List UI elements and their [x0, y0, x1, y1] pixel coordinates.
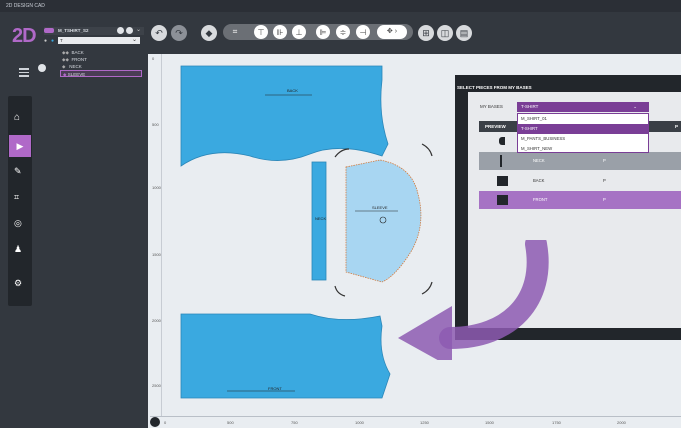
tree-pin-icon [44, 28, 54, 33]
tree-add-piece-icon[interactable] [38, 64, 46, 72]
neck-piece[interactable] [311, 161, 327, 281]
align-grid-icon[interactable]: ⌗ [228, 25, 242, 39]
ruler-h-label: 0 [164, 420, 167, 425]
drag-arrow-icon [398, 240, 549, 360]
piece-preview-icon [497, 176, 508, 186]
table-row[interactable]: NECK P [479, 152, 681, 170]
align-top-icon[interactable]: ⊤ [254, 25, 268, 39]
my-bases-label: MY BASES [480, 104, 503, 109]
tree-child-label: T [60, 38, 63, 43]
tree-item[interactable]: ◆◆ BACK [62, 49, 84, 56]
table-icon[interactable]: ⊞ [418, 25, 434, 41]
row-name: FRONT [533, 197, 548, 202]
table-row[interactable]: BACK P [479, 172, 681, 190]
tree-item[interactable]: ◆ NECK [62, 63, 82, 70]
chevron-down-icon[interactable]: ⌄ [136, 26, 141, 33]
tree-add-icon[interactable] [117, 27, 124, 34]
select-tool-icon[interactable]: ▶ [9, 135, 31, 157]
row-name: BACK [533, 178, 545, 183]
tree-root-row[interactable]: M_TSHIRT_S2 ⌄ [44, 27, 144, 35]
row-qty: P [603, 158, 606, 163]
piece-label-front: FRONT [268, 386, 282, 391]
col-qty: P [675, 124, 679, 129]
drop-icon: ● [51, 38, 55, 44]
home-icon[interactable]: ⌂ [14, 112, 20, 123]
chevron-down-icon: ⌄ [633, 104, 637, 109]
pen-tool-icon[interactable]: ✎ [14, 166, 22, 177]
table-row-selected[interactable]: FRONT P [479, 191, 681, 209]
dropdown-option[interactable]: M_SHIRT_01 [518, 114, 648, 124]
zoom-origin-icon[interactable] [150, 417, 160, 427]
chevron-down-icon[interactable]: ⌄ [132, 36, 137, 43]
window-title-bar: 2D DESIGN CAD [0, 0, 681, 12]
grade-tool-icon[interactable]: ♟ [14, 244, 22, 255]
align-center-icon[interactable]: ⊪ [273, 25, 287, 39]
piece-label-sleeve: SLEEVE [372, 205, 388, 210]
spiral-tool-icon[interactable]: ◎ [14, 218, 22, 229]
app-logo: 2D [12, 25, 37, 47]
layout-icon[interactable]: ▤ [456, 25, 472, 41]
arrange-button[interactable]: ✥ › [377, 25, 407, 39]
back-piece[interactable] [180, 65, 389, 167]
ruler-h-label: 1750 [552, 420, 561, 425]
tree-item-label: FRONT [71, 57, 87, 62]
tree-item-label: SLEEVE [67, 72, 86, 77]
tree-options-icon[interactable] [126, 27, 133, 34]
ruler-h-label: 2000 [617, 420, 626, 425]
align-middle-icon[interactable]: ≑ [336, 25, 350, 39]
piece-label-neck: NECK [315, 216, 327, 221]
settings-tool-icon[interactable]: ⚙ [14, 278, 22, 289]
align-bottom-icon[interactable]: ⊥ [292, 25, 306, 39]
tree-item-selected[interactable]: ◆ SLEEVE [60, 70, 142, 77]
front-piece[interactable] [180, 313, 391, 399]
split-icon[interactable]: ◫ [437, 25, 453, 41]
tree-child-row[interactable]: ● ● T ⌄ [44, 37, 144, 44]
row-name: NECK [533, 158, 545, 163]
dropdown-option-selected[interactable]: T-SHIRT [518, 124, 648, 134]
align-left-icon[interactable]: ⊫ [316, 25, 330, 39]
bases-dropdown-list: M_SHIRT_01 T-SHIRT M_PANTS_BUSINESS M_SH… [517, 113, 649, 153]
tree-child-box: T ⌄ [58, 37, 140, 44]
tree-root-label: M_TSHIRT_S2 [58, 28, 89, 33]
redo-icon[interactable]: ↷ [171, 25, 187, 41]
tool-sidebar [8, 96, 32, 306]
bases-dropdown-value: T-SHIRT [521, 104, 539, 109]
tree-item[interactable]: ◆◆ FRONT [62, 56, 87, 63]
ruler-h-label: 1500 [485, 420, 494, 425]
piece-preview-icon [497, 195, 508, 205]
tree-item-label: BACK [71, 50, 84, 55]
dialog-title: SELECT PIECES FROM MY BASES [457, 85, 532, 90]
ruler-h-label: 1250 [420, 420, 429, 425]
row-qty: P [603, 178, 606, 183]
bases-dropdown[interactable]: T-SHIRT ⌄ [517, 102, 649, 112]
piece-preview-icon [499, 137, 505, 145]
dropdown-option[interactable]: M_SHIRT_NEW [518, 144, 648, 154]
crop-tool-icon[interactable]: ⌗ [14, 192, 19, 203]
dropdown-option[interactable]: M_PANTS_BUSINESS [518, 134, 648, 144]
undo-icon[interactable]: ↶ [151, 25, 167, 41]
col-preview: PREVIEW [485, 124, 506, 129]
row-qty: P [603, 197, 606, 202]
piece-label-back: BACK [287, 88, 298, 93]
eraser-icon[interactable]: ◆ [201, 25, 217, 41]
tree-item-label: NECK [69, 64, 82, 69]
ruler-h-label: 1000 [355, 420, 364, 425]
menu-icon[interactable] [19, 68, 29, 77]
ruler-h-label: 750 [291, 420, 298, 425]
piece-preview-icon [500, 155, 502, 167]
window-title: 2D DESIGN CAD [6, 3, 45, 9]
ruler-h-label: 500 [227, 420, 234, 425]
align-right-icon[interactable]: ⊣ [356, 25, 370, 39]
eye-icon[interactable]: ● [44, 38, 47, 44]
